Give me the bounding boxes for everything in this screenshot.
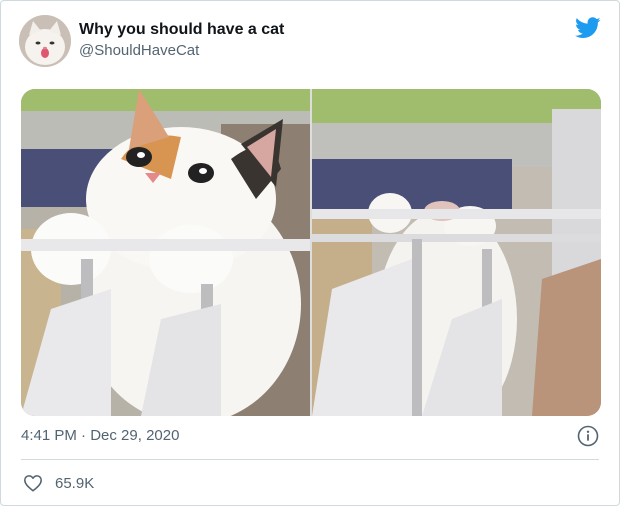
author-display-name[interactable]: Why you should have a cat	[79, 20, 284, 40]
cat-photo-left[interactable]	[21, 89, 310, 416]
divider	[21, 459, 599, 460]
author-names: Why you should have a cat @ShouldHaveCat	[79, 20, 284, 61]
tweet-time: 4:41 PM	[21, 427, 77, 444]
heart-outline-icon	[24, 475, 42, 492]
author-handle[interactable]: @ShouldHaveCat	[79, 41, 284, 61]
info-circle-icon[interactable]	[577, 425, 599, 447]
avatar-cat-image	[19, 15, 71, 67]
avatar[interactable]	[19, 15, 71, 67]
tweet-timestamp[interactable]: 4:41 PM · Dec 29, 2020	[21, 427, 179, 444]
tweet-media[interactable]	[21, 89, 601, 416]
like-button[interactable]: 65.9K	[23, 472, 94, 494]
like-count: 65.9K	[55, 474, 95, 492]
tweet-card: Why you should have a cat @ShouldHaveCat	[0, 0, 620, 506]
tweet-date: Dec 29, 2020	[90, 427, 180, 444]
cat-photo-right[interactable]	[312, 89, 601, 416]
twitter-bird-icon[interactable]	[575, 17, 601, 39]
tweet-header: Why you should have a cat @ShouldHaveCat	[19, 15, 603, 67]
timestamp-separator: ·	[81, 427, 87, 444]
